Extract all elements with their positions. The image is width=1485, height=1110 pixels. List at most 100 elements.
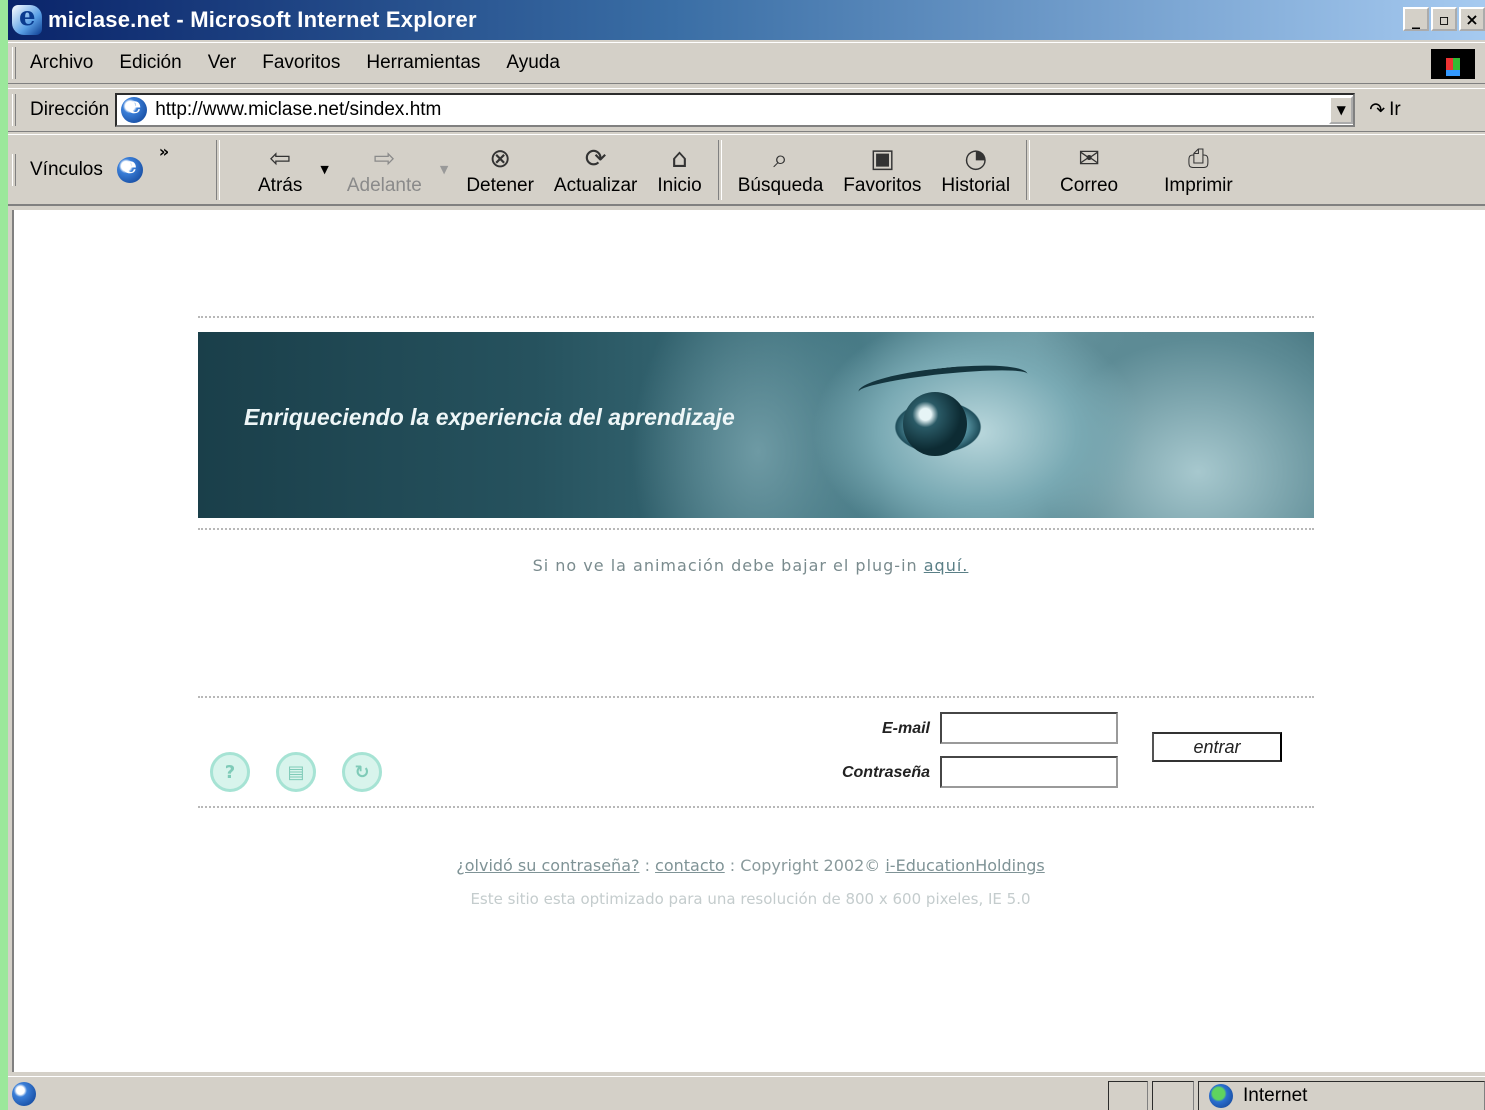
go-button[interactable]: ↷ Ir: [1369, 99, 1401, 122]
home-button[interactable]: ⌂ Inicio: [647, 139, 711, 201]
back-dropdown-icon[interactable]: ▼: [320, 163, 328, 176]
menu-ayuda[interactable]: Ayuda: [506, 52, 560, 74]
back-label: Atrás: [258, 174, 303, 196]
go-label: Ir: [1389, 99, 1401, 120]
window-title: miclase.net - Microsoft Internet Explore…: [48, 7, 477, 32]
home-icon: ⌂: [671, 143, 688, 174]
zone-label: Internet: [1243, 1085, 1308, 1106]
forgot-password-link[interactable]: ¿olvidó su contraseña?: [456, 856, 639, 875]
restore-button[interactable]: ▫: [1431, 7, 1457, 31]
search-icon: ⌕: [773, 143, 788, 174]
links-label: Vínculos: [30, 158, 103, 180]
window-controls: _ ▫ ×: [1403, 7, 1485, 31]
search-label: Búsqueda: [737, 174, 824, 196]
favorites-folder-icon: ▣: [870, 143, 895, 174]
plugin-note: Si no ve la animación debe bajar el plug…: [14, 556, 1485, 575]
link-ie-icon[interactable]: [116, 153, 143, 183]
divider: [198, 528, 1314, 530]
stop-icon: ⊗: [489, 143, 512, 174]
menu-grip[interactable]: [12, 47, 16, 79]
back-arrow-icon: ⇦: [269, 143, 292, 174]
page-content: Enriqueciendo la experiencia del aprendi…: [12, 210, 1485, 1072]
search-button[interactable]: ⌕ Búsqueda: [728, 139, 834, 201]
footer-links: ¿olvidó su contraseña? : contacto : Copy…: [14, 856, 1485, 875]
history-icon: ◔: [964, 143, 988, 174]
toolbar-separator: [216, 139, 220, 200]
refresh-circle-icon[interactable]: ↻: [342, 752, 382, 792]
forward-label: Adelante: [346, 174, 422, 196]
password-field[interactable]: [940, 756, 1118, 788]
mail-icon: ✉: [1078, 143, 1100, 174]
email-label: E-mail: [881, 720, 930, 737]
help-circle-icon[interactable]: ?: [210, 752, 250, 792]
divider: [198, 806, 1314, 808]
standard-toolbar: Vínculos » ⇦ Atrás ▼ ⇨ Adelante ▼ ⊗ Dete…: [8, 134, 1485, 206]
security-zone[interactable]: Internet: [1198, 1081, 1485, 1110]
links-bar[interactable]: Vínculos »: [30, 140, 210, 200]
address-dropdown-button[interactable]: ▼: [1329, 96, 1354, 124]
banner-tagline: Enriqueciendo la experiencia del aprendi…: [244, 404, 735, 430]
toolbar-separator: [717, 139, 722, 200]
minimize-button[interactable]: _: [1403, 7, 1429, 31]
address-bar: Dirección http://www.miclase.net/sindex.…: [8, 88, 1485, 132]
banner-image: Enriqueciendo la experiencia del aprendi…: [198, 332, 1314, 518]
status-cell: [1152, 1081, 1194, 1110]
print-button[interactable]: ⎙ Imprimir: [1154, 139, 1243, 201]
status-page-icon: [12, 1081, 36, 1106]
stop-label: Detener: [466, 174, 534, 196]
favorites-label: Favoritos: [843, 174, 922, 196]
footer-separator: :: [639, 856, 656, 875]
mail-button[interactable]: ✉ Correo: [1050, 139, 1128, 201]
forward-arrow-icon: ⇨: [373, 143, 396, 174]
back-button[interactable]: ⇦ Atrás: [248, 139, 312, 201]
divider: [198, 696, 1314, 698]
menu-herramientas[interactable]: Herramientas: [366, 52, 480, 74]
favorites-button[interactable]: ▣ Favoritos: [833, 139, 931, 201]
eye-graphic: [903, 392, 967, 456]
password-label: Contraseña: [841, 764, 930, 781]
address-url[interactable]: http://www.miclase.net/sindex.htm: [155, 99, 1329, 121]
print-label: Imprimir: [1164, 174, 1233, 196]
title-bar[interactable]: miclase.net - Microsoft Internet Explore…: [8, 0, 1485, 40]
forward-button[interactable]: ⇨ Adelante: [337, 139, 432, 201]
refresh-label: Actualizar: [553, 174, 638, 196]
refresh-icon: ⟳: [584, 143, 607, 174]
address-label: Dirección: [30, 99, 110, 120]
internet-explorer-icon[interactable]: [12, 2, 42, 35]
plugin-note-text: Si no ve la animación debe bajar el plug…: [532, 556, 924, 575]
menu-edicion[interactable]: Edición: [119, 52, 181, 74]
forward-dropdown-icon[interactable]: ▼: [440, 163, 448, 176]
go-arrow-icon: ↷: [1369, 99, 1386, 121]
toolbar-separator: [1026, 139, 1031, 200]
status-bar: Internet: [8, 1076, 1485, 1110]
browser-window: miclase.net - Microsoft Internet Explore…: [8, 0, 1485, 1110]
history-label: Historial: [941, 174, 1011, 196]
menu-archivo[interactable]: Archivo: [30, 52, 93, 74]
menu-ver[interactable]: Ver: [208, 52, 237, 74]
globe-icon: [1209, 1084, 1233, 1108]
email-field[interactable]: [940, 712, 1118, 744]
address-grip[interactable]: [12, 94, 16, 126]
printer-icon: ⎙: [1188, 143, 1209, 174]
page-icon: [121, 93, 148, 123]
home-label: Inicio: [657, 174, 702, 196]
company-link[interactable]: i-EducationHoldings: [885, 856, 1044, 875]
history-button[interactable]: ◔ Historial: [931, 139, 1020, 201]
address-input[interactable]: http://www.miclase.net/sindex.htm ▼: [115, 93, 1356, 127]
menu-bar: Archivo Edición Ver Favoritos Herramient…: [8, 42, 1485, 84]
windows-logo-icon: [1431, 49, 1475, 79]
plugin-download-link[interactable]: aquí.: [924, 556, 969, 575]
book-circle-icon[interactable]: ▤: [276, 752, 316, 792]
contact-link[interactable]: contacto: [655, 856, 725, 875]
resolution-note: Este sitio esta optimizado para una reso…: [470, 890, 1031, 908]
status-cell: [1108, 1081, 1148, 1110]
close-button[interactable]: ×: [1459, 7, 1485, 31]
mail-label: Correo: [1060, 174, 1119, 196]
login-button[interactable]: entrar: [1152, 732, 1282, 762]
refresh-button[interactable]: ⟳ Actualizar: [544, 139, 647, 201]
divider: [198, 316, 1314, 318]
menu-favoritos[interactable]: Favoritos: [262, 52, 340, 74]
links-grip[interactable]: [12, 153, 16, 186]
stop-button[interactable]: ⊗ Detener: [456, 139, 544, 201]
chevron-icon[interactable]: »: [159, 142, 169, 161]
